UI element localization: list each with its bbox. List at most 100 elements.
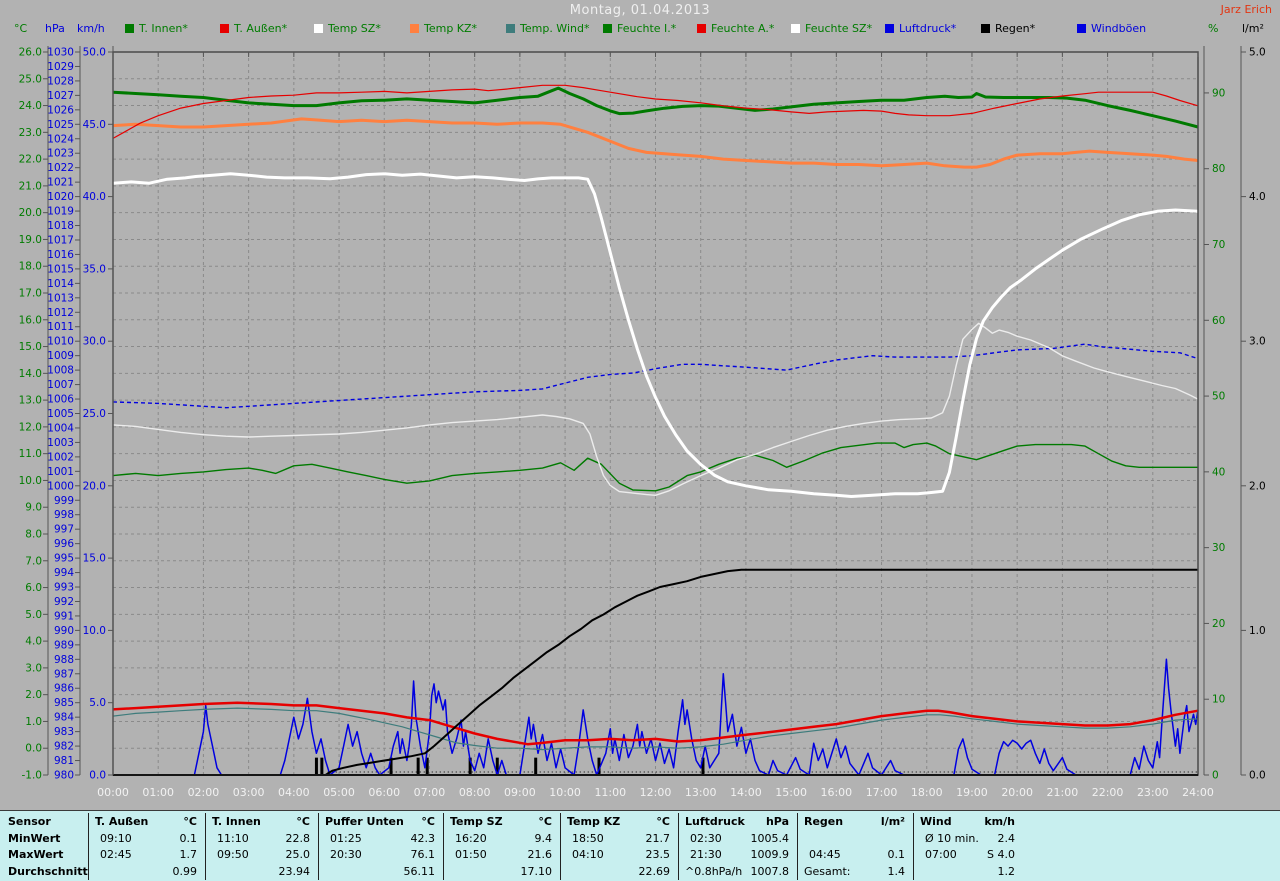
x-axis-label: 13:00 <box>685 786 717 799</box>
table-value: 56.11 <box>403 865 436 878</box>
x-axis-label: 15:00 <box>775 786 807 799</box>
axis-label-hPa: 1028 <box>47 75 74 87</box>
table-value: 0.1 <box>179 832 198 845</box>
weather-station-day-chart-window: Montag, 01.04.2013 Jarz Erich °C hPa km/… <box>0 0 1280 881</box>
stats-table: Sensor MinWert MaxWert Durchschnitt T. Außen… <box>0 810 1280 881</box>
axis-label-hPa: 1021 <box>47 177 74 189</box>
table-col-unit: °C <box>183 815 197 828</box>
axis-label-hPa: 1013 <box>47 292 74 304</box>
axis-label-hPa: 1001 <box>47 466 74 478</box>
axis-label-hPa: 989 <box>54 639 74 651</box>
table-value: 25.0 <box>285 848 311 861</box>
axis-label-degC: 8.0 <box>25 529 42 541</box>
table-value: 23.94 <box>278 865 311 878</box>
table-value: 22.69 <box>638 865 671 878</box>
axis-label-degC: 3.0 <box>25 662 42 674</box>
axis-label-hPa: 1014 <box>47 278 74 290</box>
table-value: 0.99 <box>172 865 198 878</box>
x-axis-label: 17:00 <box>866 786 898 799</box>
axis-label-hPa: 997 <box>54 524 74 536</box>
axis-label-kmh: 20.0 <box>83 480 106 492</box>
axis-label-degC: 18.0 <box>19 261 42 273</box>
table-value: 1009.9 <box>750 848 790 861</box>
table-value: 2.4 <box>997 832 1016 845</box>
axis-label-kmh: 40.0 <box>83 191 106 203</box>
axis-label-degC: 14.0 <box>19 368 42 380</box>
axis-label-kmh: 15.0 <box>83 553 106 565</box>
axis-label-hPa: 1030 <box>47 47 74 59</box>
axis-label-hPa: 998 <box>54 509 74 521</box>
axis-label-degC: 12.0 <box>19 421 42 433</box>
axis-label-lm2: 3.0 <box>1249 336 1266 348</box>
axis-label-hPa: 995 <box>54 553 74 565</box>
axis-label-pct: 50 <box>1212 391 1225 403</box>
x-axis-label: 02:00 <box>188 786 220 799</box>
axis-label-kmh: 30.0 <box>83 336 106 348</box>
axis-label-kmh: 5.0 <box>89 697 106 709</box>
axis-label-degC: 24.0 <box>19 100 42 112</box>
axis-label-hPa: 1029 <box>47 61 74 73</box>
x-axis-label: 10:00 <box>549 786 581 799</box>
axis-label-hPa: 985 <box>54 697 74 709</box>
x-axis-label: 07:00 <box>414 786 446 799</box>
axis-label-pct: 60 <box>1212 315 1225 327</box>
table-value: 22.8 <box>285 832 311 845</box>
x-axis-label: 23:00 <box>1137 786 1169 799</box>
x-axis-label: 11:00 <box>594 786 626 799</box>
axis-label-hPa: 1017 <box>47 234 74 246</box>
table-value: 76.1 <box>410 848 436 861</box>
axis-label-kmh: 45.0 <box>83 119 106 131</box>
axis-label-degC: 6.0 <box>25 582 42 594</box>
axis-label-hPa: 984 <box>54 712 74 724</box>
table-row-label: MaxWert <box>8 848 64 861</box>
axis-label-lm2: 2.0 <box>1249 480 1266 492</box>
axis-label-kmh: 35.0 <box>83 263 106 275</box>
axis-label-hPa: 993 <box>54 582 74 594</box>
axis-label-degC: 10.0 <box>19 475 42 487</box>
table-value: 1.7 <box>179 848 198 861</box>
chart-plot: 26.0 25.0 24.0 23.0 22.0 21.0 20.0 19.0 18.0 17.0… <box>19 46 1266 799</box>
axis-label-degC: 2.0 <box>25 689 42 701</box>
axis-label-hPa: 1023 <box>47 148 74 160</box>
x-axis-label: 08:00 <box>459 786 491 799</box>
axis-label-lm2: 4.0 <box>1249 191 1266 203</box>
axis-label-hPa: 1012 <box>47 307 74 319</box>
axis-label-degC: 11.0 <box>19 448 42 460</box>
x-axis-label: 19:00 <box>956 786 988 799</box>
axis-label-hPa: 990 <box>54 625 74 637</box>
axis-label-pct: 90 <box>1212 87 1225 99</box>
x-axis-label: 20:00 <box>1001 786 1033 799</box>
axis-label-hPa: 1018 <box>47 220 74 232</box>
table-col-unit: l/m² <box>880 815 905 828</box>
axis-label-hPa: 1016 <box>47 249 74 261</box>
table-col-unit: km/h <box>984 815 1015 828</box>
table-value: 21.7 <box>645 832 671 845</box>
axis-label-hPa: 996 <box>54 538 74 550</box>
axis-label-degC: 21.0 <box>19 180 42 192</box>
table-col-unit: °C <box>296 815 310 828</box>
table-value: 17.10 <box>520 865 553 878</box>
axis-label-kmh: 0.0 <box>89 770 106 782</box>
axis-label-hPa: 1015 <box>47 263 74 275</box>
axis-label-hPa: 1020 <box>47 191 74 203</box>
axis-label-hPa: 980 <box>54 770 74 782</box>
table-value: 1.4 <box>887 865 906 878</box>
table-value: 1005.4 <box>750 832 790 845</box>
axis-label-degC: 17.0 <box>19 288 42 300</box>
axis-label-pct: 70 <box>1212 239 1225 251</box>
table-col-unit: hPa <box>765 815 789 828</box>
axis-label-hPa: 1027 <box>47 90 74 102</box>
axis-label-hPa: 994 <box>54 567 74 579</box>
axis-label-degC: 25.0 <box>19 73 42 85</box>
axis-label-hPa: 1008 <box>47 365 74 377</box>
x-axis-label: 12:00 <box>640 786 672 799</box>
axis-label-hPa: 1019 <box>47 206 74 218</box>
table-value: 1007.8 <box>750 865 790 878</box>
table-value: 21.6 <box>527 848 553 861</box>
x-axis-label: 05:00 <box>323 786 355 799</box>
axis-label-pct: 30 <box>1212 542 1225 554</box>
axis-label-degC: -1.0 <box>22 770 43 782</box>
axis-label-kmh: 10.0 <box>83 625 106 637</box>
axis-label-degC: 20.0 <box>19 207 42 219</box>
axis-label-degC: 19.0 <box>19 234 42 246</box>
